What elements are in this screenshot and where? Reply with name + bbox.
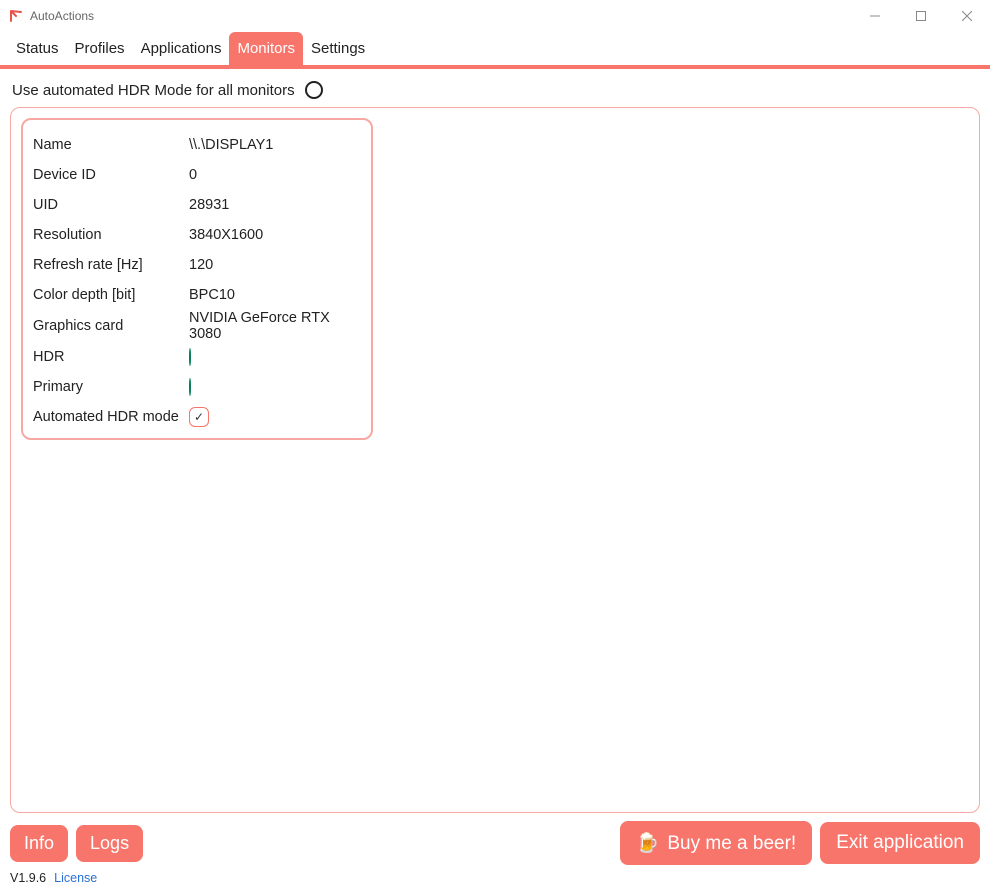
buy-beer-button[interactable]: 🍺 Buy me a beer!	[620, 821, 813, 865]
prop-row: Graphics cardNVIDIA GeForce RTX 3080	[33, 310, 361, 342]
global-auto-hdr-toggle[interactable]	[305, 81, 323, 99]
prop-value: NVIDIA GeForce RTX 3080	[189, 310, 361, 342]
prop-label: Primary	[33, 379, 189, 395]
hdr-status-dot	[189, 348, 191, 366]
window-title: AutoActions	[30, 9, 852, 23]
app-icon	[8, 8, 24, 24]
exit-button[interactable]: Exit application	[820, 822, 980, 864]
auto-hdr-checkbox[interactable]: ✓	[189, 407, 209, 427]
prop-label: Resolution	[33, 227, 189, 243]
beer-icon: 🍺	[636, 833, 660, 854]
prop-value: BPC10	[189, 287, 361, 303]
monitor-card: Name\\.\DISPLAY1 Device ID0 UID28931 Res…	[21, 118, 373, 440]
prop-row: Device ID0	[33, 160, 361, 190]
prop-row-primary: Primary	[33, 372, 361, 402]
logs-button[interactable]: Logs	[76, 825, 143, 862]
bottom-bar: Info Logs 🍺 Buy me a beer! Exit applicati…	[0, 821, 990, 869]
footer: V1.9.6 License	[0, 869, 990, 891]
version-label: V1.9.6	[10, 871, 46, 885]
prop-label: Color depth [bit]	[33, 287, 189, 303]
tab-settings[interactable]: Settings	[303, 32, 373, 65]
global-auto-hdr-row: Use automated HDR Mode for all monitors	[0, 69, 990, 107]
prop-row-auto-hdr: Automated HDR mode✓	[33, 402, 361, 432]
prop-label: Graphics card	[33, 318, 189, 334]
maximize-button[interactable]	[898, 0, 944, 32]
buy-beer-label: Buy me a beer!	[667, 833, 796, 854]
prop-label: Automated HDR mode	[33, 409, 189, 425]
tab-bar: Status Profiles Applications Monitors Se…	[0, 32, 990, 69]
prop-row: Resolution3840X1600	[33, 220, 361, 250]
prop-label: Name	[33, 137, 189, 153]
prop-value: 120	[189, 257, 361, 273]
tab-applications[interactable]: Applications	[133, 32, 230, 65]
prop-row: Name\\.\DISPLAY1	[33, 130, 361, 160]
prop-value: \\.\DISPLAY1	[189, 137, 361, 153]
prop-value: 3840X1600	[189, 227, 361, 243]
prop-label: Device ID	[33, 167, 189, 183]
info-button[interactable]: Info	[10, 825, 68, 862]
close-button[interactable]	[944, 0, 990, 32]
global-auto-hdr-label: Use automated HDR Mode for all monitors	[12, 82, 295, 99]
prop-value: 0	[189, 167, 361, 183]
prop-label: Refresh rate [Hz]	[33, 257, 189, 273]
minimize-button[interactable]	[852, 0, 898, 32]
license-link[interactable]: License	[54, 871, 97, 885]
prop-label: UID	[33, 197, 189, 213]
prop-row: UID28931	[33, 190, 361, 220]
primary-status-dot	[189, 378, 191, 396]
tab-status[interactable]: Status	[8, 32, 67, 65]
prop-row: Color depth [bit]BPC10	[33, 280, 361, 310]
titlebar: AutoActions	[0, 0, 990, 32]
tab-profiles[interactable]: Profiles	[67, 32, 133, 65]
prop-label: HDR	[33, 349, 189, 365]
tab-monitors[interactable]: Monitors	[229, 32, 303, 65]
prop-value: 28931	[189, 197, 361, 213]
prop-row-hdr: HDR	[33, 342, 361, 372]
prop-row: Refresh rate [Hz]120	[33, 250, 361, 280]
monitors-panel: Name\\.\DISPLAY1 Device ID0 UID28931 Res…	[10, 107, 980, 813]
window-controls	[852, 0, 990, 32]
